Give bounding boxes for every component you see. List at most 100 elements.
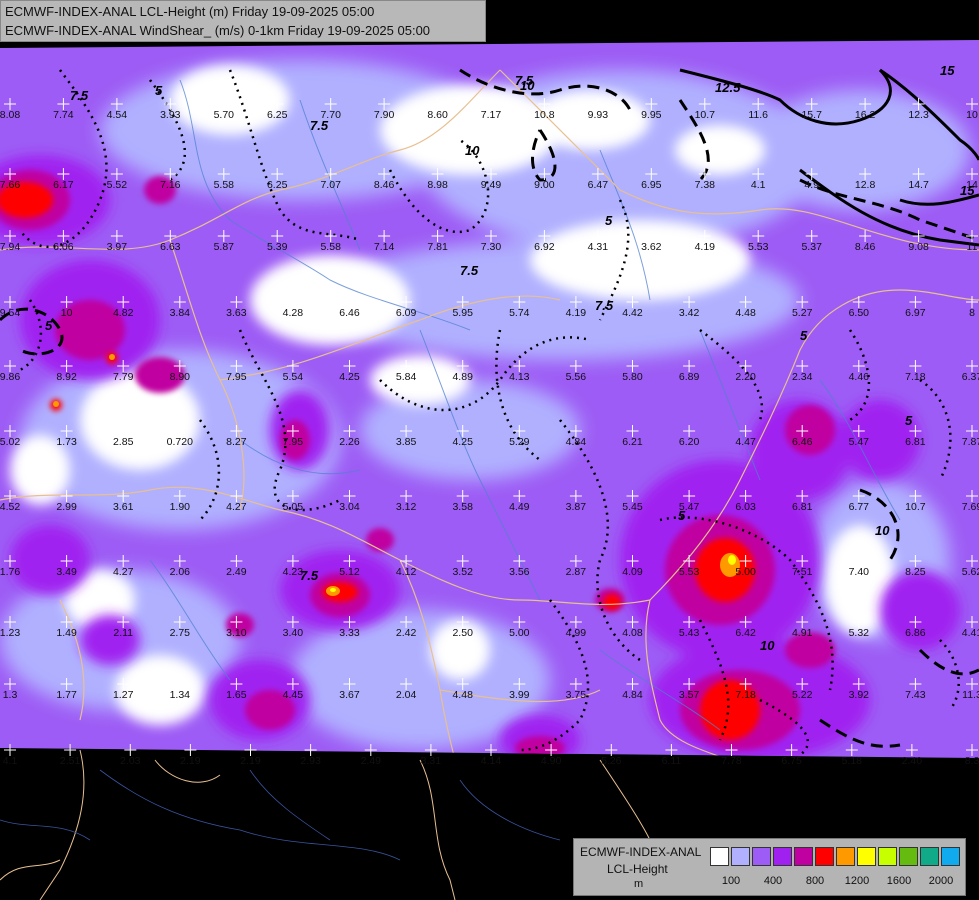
station-value: 3.58 xyxy=(452,501,473,513)
station-value: 9.86 xyxy=(0,371,20,383)
station-value: 8.46 xyxy=(374,179,395,191)
station-value: 6.46 xyxy=(792,436,813,448)
station-value: 6.81 xyxy=(905,436,926,448)
station-value: 6.42 xyxy=(735,627,756,639)
legend-swatch xyxy=(920,847,939,866)
contour-label: 15 xyxy=(940,63,955,78)
station-value: 3.85 xyxy=(396,436,417,448)
station-value: 6.47 xyxy=(588,179,609,191)
station-value: 6.50 xyxy=(849,307,870,319)
legend-parameter: LCL-Height xyxy=(607,862,668,876)
station-value: 7.95 xyxy=(283,436,304,448)
station-value: 4.1 xyxy=(3,755,18,767)
station-value: 6.25 xyxy=(267,109,288,121)
station-value: 10.7 xyxy=(905,501,926,513)
title-line-windshear: ECMWF-INDEX-ANAL WindShear_ (m/s) 0-1km … xyxy=(5,23,431,38)
station-value: 10 xyxy=(966,109,978,121)
station-value: 5.18 xyxy=(842,755,863,767)
station-value: 3.84 xyxy=(170,307,191,319)
station-value: 5.52 xyxy=(107,179,128,191)
station-value: 5.54 xyxy=(283,371,304,383)
station-value: 4.19 xyxy=(695,241,716,253)
station-value: 5.26 xyxy=(601,755,622,767)
station-value: 3.10 xyxy=(226,627,247,639)
station-value: 4.1 xyxy=(751,179,766,191)
station-value: 4.90 xyxy=(541,755,562,767)
station-value: 6.77 xyxy=(849,501,870,513)
legend-swatch xyxy=(752,847,771,866)
station-value: 7.78 xyxy=(721,755,742,767)
legend-tick-label: 1600 xyxy=(886,875,912,887)
station-value: 6.25 xyxy=(267,179,288,191)
station-value: 6.95 xyxy=(641,179,662,191)
station-value: 1.77 xyxy=(56,689,77,701)
station-value: 7.94 xyxy=(0,241,20,253)
station-value: 2.87 xyxy=(566,566,587,578)
station-value: 6.03 xyxy=(735,501,756,513)
station-value: 7.17 xyxy=(481,109,502,121)
station-value: 3.97 xyxy=(107,241,128,253)
station-value: 9.54 xyxy=(0,307,20,319)
station-value: 2.04 xyxy=(396,689,417,701)
legend-swatch xyxy=(941,847,960,866)
station-value: 5.29 xyxy=(509,436,530,448)
station-value: 6.09 xyxy=(396,307,417,319)
contour-label: 5 xyxy=(905,413,913,428)
station-value: 5.47 xyxy=(679,501,700,513)
station-value: 1.73 xyxy=(56,436,77,448)
station-value: 2.93 xyxy=(300,755,321,767)
station-value: 8.60 xyxy=(427,109,448,121)
station-value: 2.75 xyxy=(170,627,191,639)
station-value: 4.27 xyxy=(226,501,247,513)
station-value: 4.91 xyxy=(792,627,813,639)
station-value: 4.25 xyxy=(452,436,473,448)
station-value: 8.27 xyxy=(226,436,247,448)
station-value: 5.58 xyxy=(320,241,341,253)
station-value: 8.90 xyxy=(170,371,191,383)
station-value: 1.23 xyxy=(0,627,20,639)
station-value: 12.8 xyxy=(855,179,876,191)
station-value: 7.16 xyxy=(160,179,181,191)
contour-label: 12.5 xyxy=(715,80,741,95)
station-value: 7.69 xyxy=(962,501,979,513)
station-value: 2.49 xyxy=(226,566,247,578)
station-value: 11.3 xyxy=(962,689,979,701)
station-value: 9.49 xyxy=(481,179,502,191)
station-value: 7.74 xyxy=(53,109,74,121)
station-value: 3.33 xyxy=(339,627,360,639)
station-value: 7.18 xyxy=(735,689,756,701)
station-value: 3.56 xyxy=(509,566,530,578)
station-value: 7.90 xyxy=(374,109,395,121)
station-value: 8.92 xyxy=(56,371,77,383)
station-value: 3.92 xyxy=(849,689,870,701)
station-value: 4.9 xyxy=(804,179,819,191)
station-value: 4.14 xyxy=(481,755,502,767)
station-value: 4.84 xyxy=(566,436,587,448)
station-value: 5.00 xyxy=(735,566,756,578)
station-value: 5.02 xyxy=(0,436,20,448)
legend-swatch xyxy=(836,847,855,866)
station-value: 6.92 xyxy=(534,241,555,253)
station-value: 4.82 xyxy=(113,307,134,319)
station-value: 2.20 xyxy=(735,371,756,383)
station-value: 9.93 xyxy=(588,109,609,121)
station-value: 14.7 xyxy=(908,179,929,191)
station-value: 8.25 xyxy=(905,566,926,578)
station-value: 7.38 xyxy=(695,179,716,191)
station-value: 5.12 xyxy=(339,566,360,578)
station-value: 1.90 xyxy=(170,501,191,513)
station-value: 4.08 xyxy=(622,627,643,639)
station-value: 2.19 xyxy=(240,755,261,767)
station-value: 1.49 xyxy=(56,627,77,639)
station-value: 3.67 xyxy=(339,689,360,701)
contour-label: 10 xyxy=(875,523,890,538)
legend-model: ECMWF-INDEX-ANAL xyxy=(580,845,702,859)
contour-label: 10 xyxy=(465,143,480,158)
station-value: 3.04 xyxy=(339,501,360,513)
contour-label: 5 xyxy=(155,83,163,98)
station-value: 6.06 xyxy=(53,241,74,253)
station-value: 2.85 xyxy=(113,436,134,448)
station-value: 6.37 xyxy=(962,371,979,383)
station-value: 6.81 xyxy=(792,501,813,513)
legend-tick-label: 800 xyxy=(805,875,825,887)
